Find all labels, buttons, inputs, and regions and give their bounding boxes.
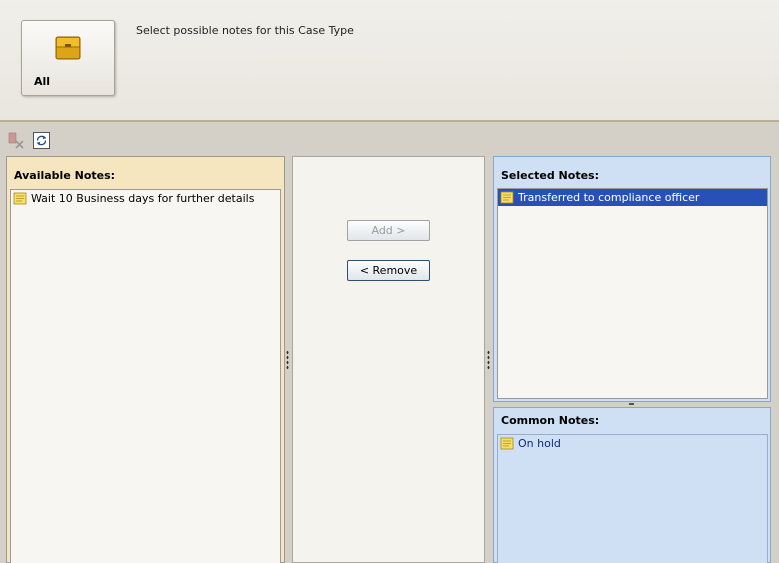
available-notes-title: Available Notes: [14, 169, 116, 182]
splitter-handle-left[interactable] [286, 350, 289, 370]
splitter-handle-right[interactable] [487, 350, 490, 370]
common-notes-list[interactable]: On hold [497, 434, 768, 563]
category-tile-label: All [34, 75, 51, 88]
add-button[interactable]: Add > [347, 220, 430, 241]
note-label: Wait 10 Business days for further detail… [31, 192, 255, 205]
note-label: On hold [518, 437, 561, 450]
page-description: Select possible notes for this Case Type [136, 24, 354, 37]
available-notes-panel: Available Notes: Wait 10 Business days f… [6, 156, 285, 563]
header-bar: All Select possible notes for this Case … [0, 0, 779, 122]
selected-notes-title: Selected Notes: [501, 169, 599, 182]
toolbar [0, 124, 779, 155]
delete-note-icon[interactable] [8, 132, 25, 149]
note-icon [500, 437, 514, 450]
splitter-grip-icon [629, 403, 634, 406]
common-notes-title: Common Notes: [501, 414, 600, 427]
briefcase-icon [55, 36, 81, 60]
list-item[interactable]: Transferred to compliance officer [498, 189, 767, 206]
remove-button[interactable]: < Remove [347, 260, 430, 281]
note-icon [500, 191, 514, 204]
selected-notes-panel: Selected Notes: Transferred to complianc… [493, 156, 771, 402]
list-item[interactable]: Wait 10 Business days for further detail… [11, 190, 280, 207]
note-icon [13, 192, 27, 205]
list-item[interactable]: On hold [498, 435, 767, 452]
actions-panel: Add > < Remove [292, 156, 485, 563]
note-label: Transferred to compliance officer [518, 191, 700, 204]
selected-notes-list[interactable]: Transferred to compliance officer [497, 188, 768, 399]
common-notes-panel: Common Notes: On hold [493, 407, 771, 563]
refresh-icon[interactable] [33, 132, 50, 149]
category-tile-all[interactable]: All [21, 20, 115, 96]
available-notes-list[interactable]: Wait 10 Business days for further detail… [10, 189, 281, 563]
